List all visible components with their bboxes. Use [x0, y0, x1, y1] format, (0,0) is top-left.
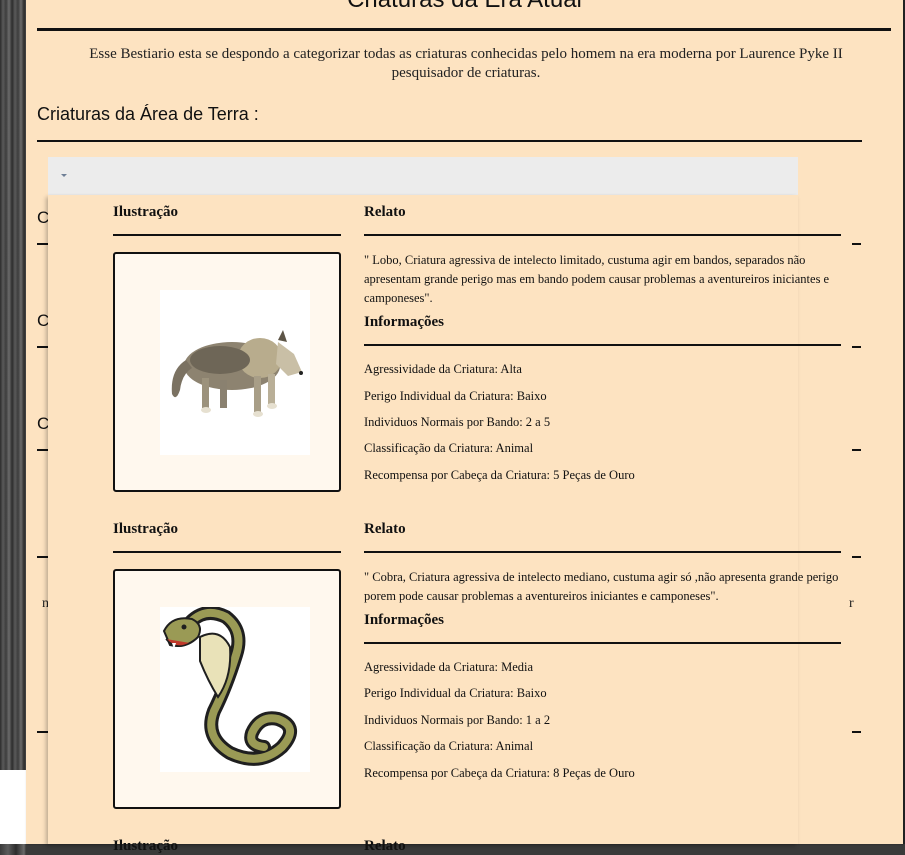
background-list-rule-stub — [852, 449, 861, 451]
relato-label: Relato — [364, 838, 406, 854]
dropdown-toggle[interactable] — [48, 157, 798, 196]
wood-background — [0, 0, 26, 770]
info-aggression: Agressividade da Criatura: Alta — [364, 362, 522, 376]
illustration-divider — [113, 234, 341, 236]
background-text-fragment-right: r — [849, 596, 854, 611]
info-classification: Classificação da Criatura: Animal — [364, 739, 534, 753]
background-list-rule-stub — [852, 243, 861, 245]
info-heading: Informações — [364, 314, 444, 330]
background-gap — [0, 770, 26, 844]
relato-label: Relato — [364, 204, 406, 220]
illustration-frame — [113, 252, 341, 492]
info-aggression: Agressividade da Criatura: Media — [364, 660, 534, 674]
illustration-divider — [113, 551, 341, 553]
background-list-rule-stub — [852, 731, 861, 733]
info-pack-size: Individuos Normais por Bando: 1 a 2 — [364, 713, 551, 727]
illustration-label: Ilustração — [113, 838, 178, 854]
section-divider — [37, 140, 862, 142]
illustration-frame — [113, 569, 341, 809]
relato-label: Relato — [364, 521, 406, 537]
relato-divider — [364, 234, 841, 236]
cobra-icon — [162, 606, 297, 766]
info-danger: Perigo Individual da Criatura: Baixo — [364, 389, 547, 403]
info-bounty: Recompensa por Cabeça da Criatura: 8 Peç… — [364, 766, 635, 780]
dropdown-panel: Ilustração Relato " Lobo, Criatura agres… — [48, 195, 841, 854]
info-bounty: Recompensa por Cabeça da Criatura: 5 Peç… — [364, 468, 635, 482]
background-list-rule-stub — [852, 346, 861, 348]
relato-text: " Cobra, Criatura agressiva de intelecto… — [364, 570, 839, 603]
section-heading-terra: Criaturas da Área de Terra : — [37, 104, 259, 124]
info-classification: Classificação da Criatura: Animal — [364, 441, 534, 455]
page-title: Criaturas da Era Atual — [26, 0, 903, 14]
intro-text: Esse Bestiario esta se despondo a catego… — [89, 46, 843, 81]
bestiary-page: Criaturas da Era Atual Esse Bestiario es… — [26, 0, 903, 854]
relato-divider — [364, 551, 841, 553]
info-heading: Informações — [364, 612, 444, 628]
illustration-label: Ilustração — [113, 521, 178, 537]
info-danger: Perigo Individual da Criatura: Baixo — [364, 686, 547, 700]
info-pack-size: Individuos Normais por Bando: 2 a 5 — [364, 415, 551, 429]
title-divider — [37, 28, 891, 31]
wolf-icon — [171, 330, 303, 417]
relato-text: " Lobo, Criatura agressiva de intelecto … — [364, 253, 830, 305]
wolf-illustration — [160, 290, 310, 455]
info-divider — [364, 642, 841, 644]
cobra-illustration — [160, 606, 310, 772]
caret-down-icon — [61, 174, 67, 177]
illustration-label: Ilustração — [113, 204, 178, 220]
background-list-rule-stub — [852, 556, 861, 558]
info-divider — [364, 344, 841, 346]
